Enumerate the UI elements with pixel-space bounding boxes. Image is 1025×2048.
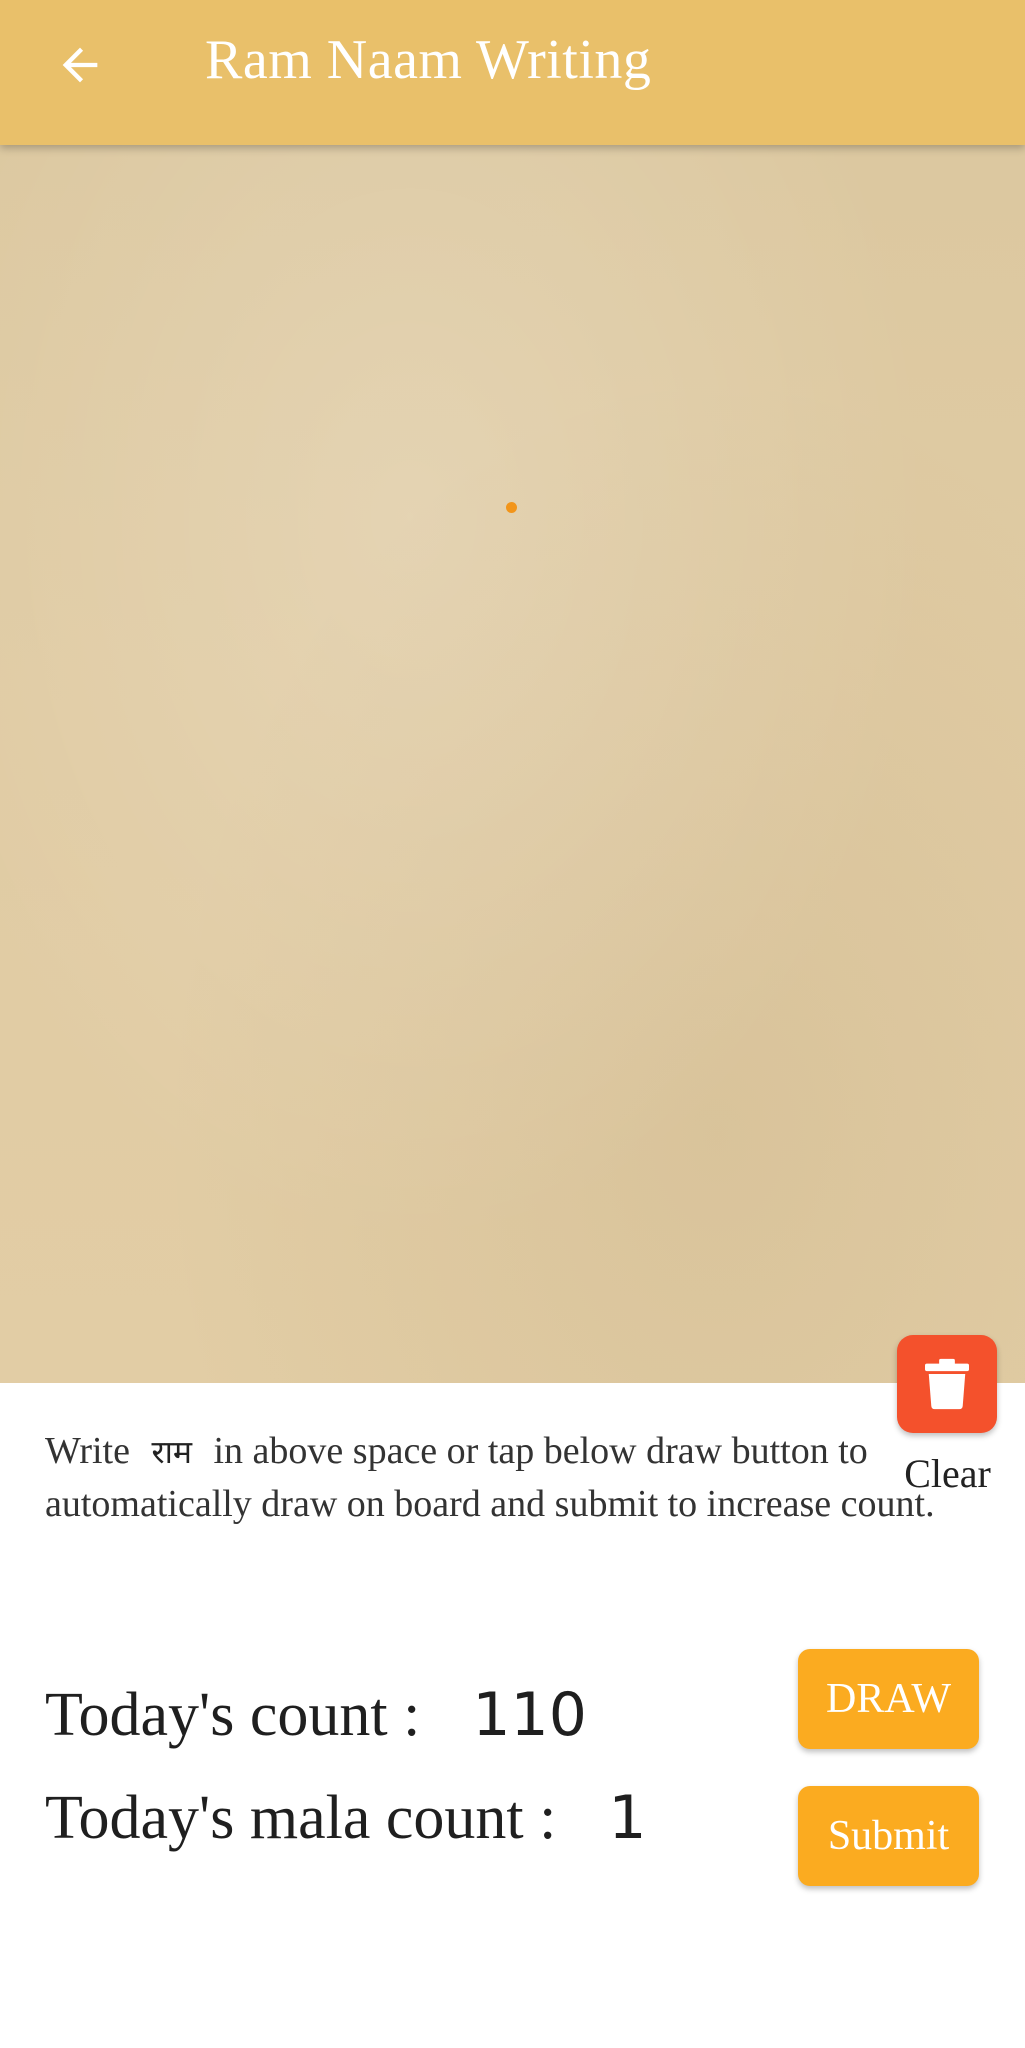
todays-count-value: 110 [472, 1680, 587, 1750]
back-button[interactable] [40, 25, 120, 105]
todays-count-row: Today's count : 110 [45, 1680, 587, 1751]
instruction-before: Write [45, 1430, 130, 1472]
drawing-board[interactable]: Clear [0, 145, 1025, 1496]
app-bar: Ram Naam Writing [0, 0, 1025, 145]
draw-button[interactable]: DRAW [798, 1649, 979, 1749]
arrow-left-icon [62, 47, 98, 83]
todays-count-label: Today's count : [45, 1681, 421, 1749]
ram-word: राम [151, 1433, 192, 1471]
clear-button[interactable] [897, 1335, 997, 1433]
mala-count-row: Today's mala count : 1 [45, 1783, 647, 1854]
submit-button[interactable]: Submit [798, 1786, 979, 1886]
page-title: Ram Naam Writing [205, 29, 652, 91]
mala-count-value: 1 [608, 1783, 647, 1853]
trash-icon [925, 1358, 969, 1410]
ink-dot [506, 502, 517, 513]
instruction-text: Write राम in above space or tap below dr… [45, 1425, 985, 1530]
mala-count-label: Today's mala count : [45, 1784, 557, 1852]
